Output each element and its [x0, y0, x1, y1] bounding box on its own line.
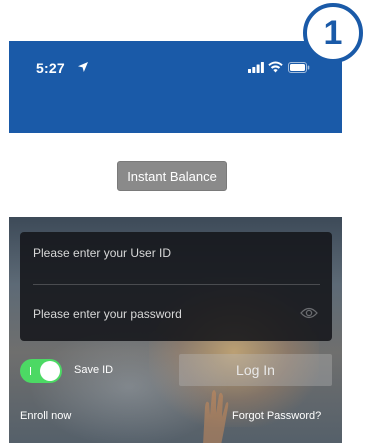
- phone-screen: 5:27 Instant Balance Please enter your U…: [9, 41, 342, 443]
- login-card-divider: [33, 284, 320, 285]
- toggle-knob: [40, 361, 60, 381]
- status-time: 5:27: [36, 60, 65, 76]
- signal-icon: [248, 62, 264, 73]
- login-card: [20, 232, 332, 341]
- status-bar: 5:27: [9, 41, 342, 133]
- login-button[interactable]: Log In: [179, 354, 332, 386]
- instant-balance-button[interactable]: Instant Balance: [117, 161, 227, 191]
- wifi-icon: [268, 61, 283, 73]
- eye-icon[interactable]: [300, 307, 318, 319]
- user-id-input[interactable]: [33, 240, 283, 266]
- battery-icon: [288, 62, 310, 73]
- background-hand-silhouette: [203, 390, 229, 443]
- location-arrow-icon: [78, 62, 88, 72]
- save-id-label: Save ID: [74, 364, 114, 376]
- screenshot-frame: 5:27 Instant Balance Please enter your U…: [0, 0, 369, 443]
- password-input[interactable]: [33, 301, 283, 327]
- step-number-badge: 1: [303, 3, 363, 63]
- save-id-toggle[interactable]: [20, 359, 62, 383]
- toggle-on-indicator: [30, 367, 31, 375]
- forgot-password-link[interactable]: Forgot Password?: [232, 410, 321, 422]
- enroll-now-link[interactable]: Enroll now: [20, 410, 71, 422]
